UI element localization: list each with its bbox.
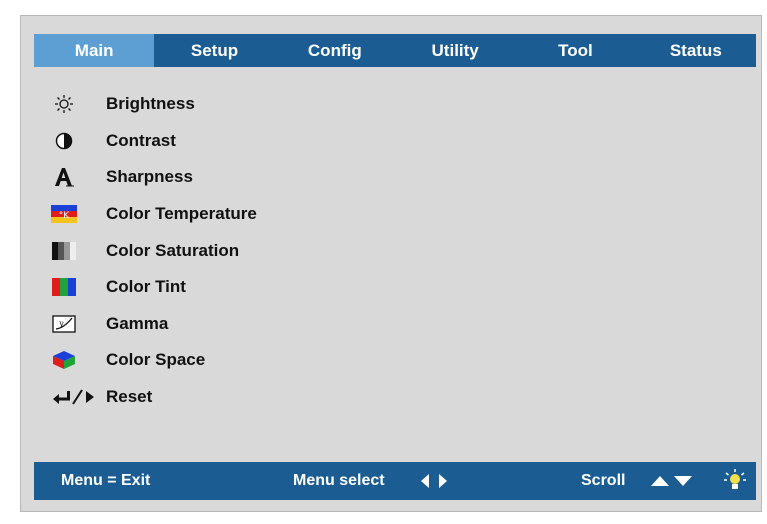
svg-text:°K: °K xyxy=(59,211,71,221)
color-space-icon xyxy=(49,349,79,371)
gamma-icon: γ xyxy=(49,313,79,335)
menu-item-label: Color Saturation xyxy=(106,240,240,260)
menu-item-color-saturation[interactable]: Color Saturation xyxy=(49,232,257,269)
menu-item-label: Sharpness xyxy=(106,167,193,187)
menu-item-contrast[interactable]: Contrast xyxy=(49,123,257,160)
tab-utility[interactable]: Utility xyxy=(395,34,515,67)
color-tint-icon xyxy=(49,276,79,298)
osd-menu-panel: Main Setup Config Utility Tool Status Br… xyxy=(20,15,762,512)
menu-item-color-tint[interactable]: Color Tint xyxy=(49,269,257,306)
menu-item-label: Color Tint xyxy=(106,277,186,297)
reset-icon xyxy=(49,386,99,408)
menu-exit-hint: Menu = Exit xyxy=(61,472,151,489)
menu-item-brightness[interactable]: Brightness xyxy=(49,86,257,123)
menu-item-color-space[interactable]: Color Space xyxy=(49,342,257,379)
menu-select-hint: Menu select xyxy=(293,472,385,489)
menu-item-label: Color Temperature xyxy=(106,204,257,224)
color-saturation-icon xyxy=(49,240,79,262)
menu-item-label: Gamma xyxy=(106,313,169,333)
menu-item-label: Contrast xyxy=(106,130,176,150)
left-right-arrows-icon xyxy=(419,473,451,493)
svg-text:γ: γ xyxy=(59,319,64,328)
menu-item-gamma[interactable]: γ Gamma xyxy=(49,306,257,343)
menu-item-label: Color Space xyxy=(106,350,206,370)
menu-item-label: Reset xyxy=(106,387,153,407)
tab-tool[interactable]: Tool xyxy=(515,34,635,67)
menu-list: Brightness Contrast Sharpness °K Color T… xyxy=(49,86,257,415)
tab-config[interactable]: Config xyxy=(275,34,395,67)
contrast-icon xyxy=(49,130,79,152)
tab-main[interactable]: Main xyxy=(34,34,155,67)
menu-item-reset[interactable]: Reset xyxy=(49,379,257,416)
brightness-icon xyxy=(49,93,79,115)
tab-setup[interactable]: Setup xyxy=(154,34,274,67)
tab-bar: Main Setup Config Utility Tool Status xyxy=(34,34,756,67)
sharpness-icon xyxy=(49,166,79,188)
up-down-arrows-icon xyxy=(649,473,695,493)
footer-bar: Menu = Exit Menu select Scroll xyxy=(34,462,756,500)
menu-item-color-temperature[interactable]: °K Color Temperature xyxy=(49,196,257,233)
tab-status[interactable]: Status xyxy=(636,34,756,67)
color-temperature-icon: °K xyxy=(49,203,79,225)
menu-item-label: Brightness xyxy=(106,94,195,114)
menu-item-sharpness[interactable]: Sharpness xyxy=(49,159,257,196)
scroll-hint: Scroll xyxy=(581,472,626,489)
lamp-icon xyxy=(724,469,746,496)
